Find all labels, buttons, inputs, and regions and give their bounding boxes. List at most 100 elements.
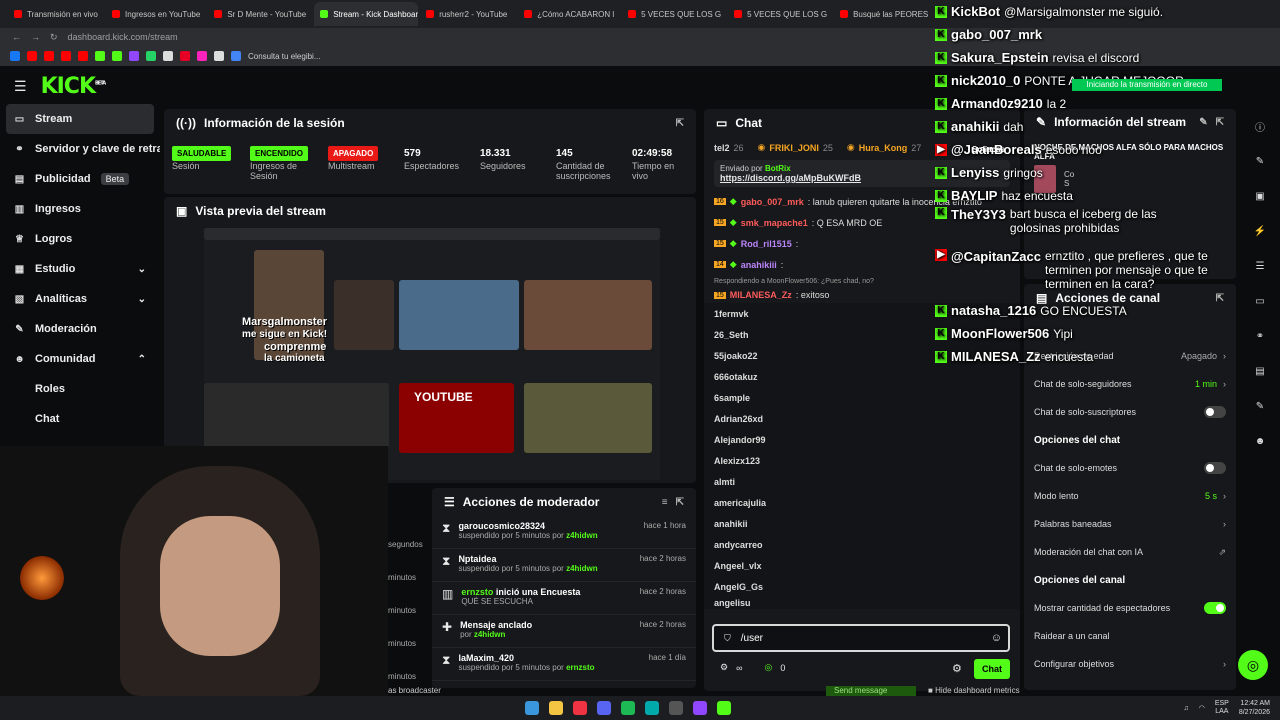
toggle-switch[interactable] [1204,462,1226,474]
kick-logo[interactable]: KICKBETA [41,74,107,99]
gear-icon[interactable]: ⚙ [952,662,962,675]
user-suggestion[interactable]: 6sample [714,387,1010,408]
sidebar-item-estudio[interactable]: ▦ Estudio ⌄ [0,254,160,284]
setting-raid[interactable]: Raidear a un canal [1024,622,1236,650]
browser-tab[interactable]: Transmisión en vivo [8,2,104,26]
browser-tab[interactable]: 5 VECES QUE LOS G [622,2,726,26]
discord-icon[interactable] [597,701,611,715]
mod-name[interactable]: ernzsto [461,587,493,597]
setting-slow-mode[interactable]: Modo lento 5 s › [1024,482,1236,510]
wifi-icon[interactable]: ◠ [1199,704,1205,712]
kick-icon[interactable] [95,51,105,61]
chat-user[interactable]: BotRix [765,164,791,173]
popout-icon[interactable]: ⇱ [676,497,684,508]
filter-icon[interactable]: ≡ [662,497,668,508]
popout-icon[interactable]: ⇱ [676,118,684,129]
clock-time[interactable]: 12:42 AM [1240,700,1270,707]
mod-name[interactable]: z4hidwn [566,564,598,573]
chat-user[interactable]: smk_mapache1 [741,218,808,228]
sidebar-item-ingresos[interactable]: ▥ Ingresos [0,194,160,224]
user-suggestion[interactable]: Angeel_vlx [714,555,1010,576]
browser-tab[interactable]: Ingresos en YouTube [106,2,206,26]
sidebar-item-analiticas[interactable]: ▧ Analíticas ⌄ [0,284,160,314]
chat-user[interactable]: gabo_007_mrk [741,197,804,207]
infinity-icon[interactable]: ∞ [736,663,742,673]
sidebar-item-stream[interactable]: ▭ Stream [6,104,154,134]
chat-user[interactable]: anahikiii [741,260,777,270]
user-suggestion[interactable]: andycarreo [714,534,1010,555]
sidebar-item-logros[interactable]: ♕ Logros [0,224,160,254]
chat-user[interactable]: tel2 [714,143,730,153]
user-suggestion[interactable]: Alejandor99 [714,429,1010,450]
setting-ai-moderation[interactable]: Moderación del chat con IA ⇗ [1024,538,1236,566]
setting-subs-only[interactable]: Chat de solo-suscriptores [1024,398,1236,426]
language-label-2[interactable]: LAA [1215,708,1228,715]
mod-name[interactable]: z4hidwn [566,531,598,540]
instagram-icon[interactable] [163,51,173,61]
facebook-icon[interactable] [10,51,20,61]
setting-goals[interactable]: Configurar objetivos › [1024,650,1236,678]
sidebar-item-chat[interactable]: Chat [0,404,160,434]
user-suggestion[interactable]: Adrian26xd [714,408,1010,429]
user-suggestion[interactable]: almti [714,471,1010,492]
bookmark-icon[interactable] [197,51,207,61]
setting-emotes-only[interactable]: Chat de solo-emotes [1024,454,1236,482]
youtube-icon[interactable] [61,51,71,61]
help-chat-button[interactable]: ◎ [1238,650,1268,680]
mod-name[interactable]: ernzsto [566,663,594,672]
chat-send-button[interactable]: Chat [974,659,1010,679]
twitch-icon[interactable] [129,51,139,61]
spotify-icon[interactable] [621,701,635,715]
youtube-icon[interactable] [78,51,88,61]
setting-banned-words[interactable]: Palabras baneadas › [1024,510,1236,538]
browser-tab[interactable]: rusherr2 - YouTube [420,2,516,26]
browser-tab[interactable]: Busqué las PEORES [834,2,934,26]
edge-icon[interactable] [645,701,659,715]
bookmark-label[interactable]: Consulta tu elegibi... [248,52,321,61]
chat-input-value[interactable]: /user [741,633,763,644]
send-message-button[interactable]: Send message [826,686,916,696]
chat-user[interactable]: Hura_Kong [859,143,908,153]
user-suggestion[interactable]: angelisu [714,597,1010,609]
toggle-switch[interactable] [1204,406,1226,418]
headset-icon[interactable]: ♫ [1183,705,1188,712]
sidebar-item-comunidad[interactable]: ☻ Comunidad ⌃ [0,344,160,374]
chat-user[interactable]: MILANESA_Zz [730,290,792,300]
youtube-icon[interactable] [44,51,54,61]
sidebar-item-publicidad[interactable]: ▤ Publicidad Beta [0,164,160,194]
pinterest-icon[interactable] [180,51,190,61]
settings-gear-icon[interactable]: ⚙ [720,662,728,673]
obs-icon[interactable] [669,701,683,715]
app-icon[interactable] [693,701,707,715]
forward-icon[interactable]: → [31,32,40,42]
menu-icon[interactable]: ☰ [14,78,27,95]
setting-followers-only[interactable]: Chat de solo-seguidores 1 min › [1024,370,1236,398]
back-icon[interactable]: ← [12,32,21,42]
browser-tab[interactable]: 5 VECES QUE LOS G [728,2,832,26]
browser-tab-active[interactable]: Stream - Kick Dashboard [314,2,419,26]
people-icon[interactable]: ☻ [1250,430,1270,452]
chat-input[interactable]: ⛉ /user ☺ [712,624,1010,652]
shield-icon[interactable]: ⛉ [724,633,731,644]
toggle-switch[interactable] [1204,602,1226,614]
user-suggestion[interactable]: AngelG_Gs [714,576,1010,597]
chat-user[interactable]: Rod_ril1515 [741,239,792,249]
user-suggestion[interactable]: 666otakuz [714,366,1010,387]
browser-tab[interactable]: Sr D Mente - YouTube [208,2,312,26]
x-icon[interactable] [214,51,224,61]
youtube-icon[interactable] [27,51,37,61]
windows-start-icon[interactable] [525,701,539,715]
reload-icon[interactable]: ↻ [50,32,58,43]
emoji-icon[interactable]: ☺ [991,632,1002,644]
mod-name[interactable]: z4hidwn [474,630,506,639]
sidebar-item-server[interactable]: ⚭ Servidor y clave de retransmisión [0,134,160,164]
clock-date[interactable]: 8/27/2026 [1239,709,1270,716]
hide-metrics-button[interactable]: ■ Hide dashboard metrics [928,686,1020,695]
whatsapp-icon[interactable] [146,51,156,61]
sidebar-item-moderacion[interactable]: ✎ Moderación [0,314,160,344]
url-text[interactable]: dashboard.kick.com/stream [68,32,178,42]
google-icon[interactable] [231,51,241,61]
chat-user[interactable]: FRIKI_JONI [769,143,819,153]
sidebar-item-roles[interactable]: Roles [0,374,160,404]
user-suggestion[interactable]: americajulia [714,492,1010,513]
